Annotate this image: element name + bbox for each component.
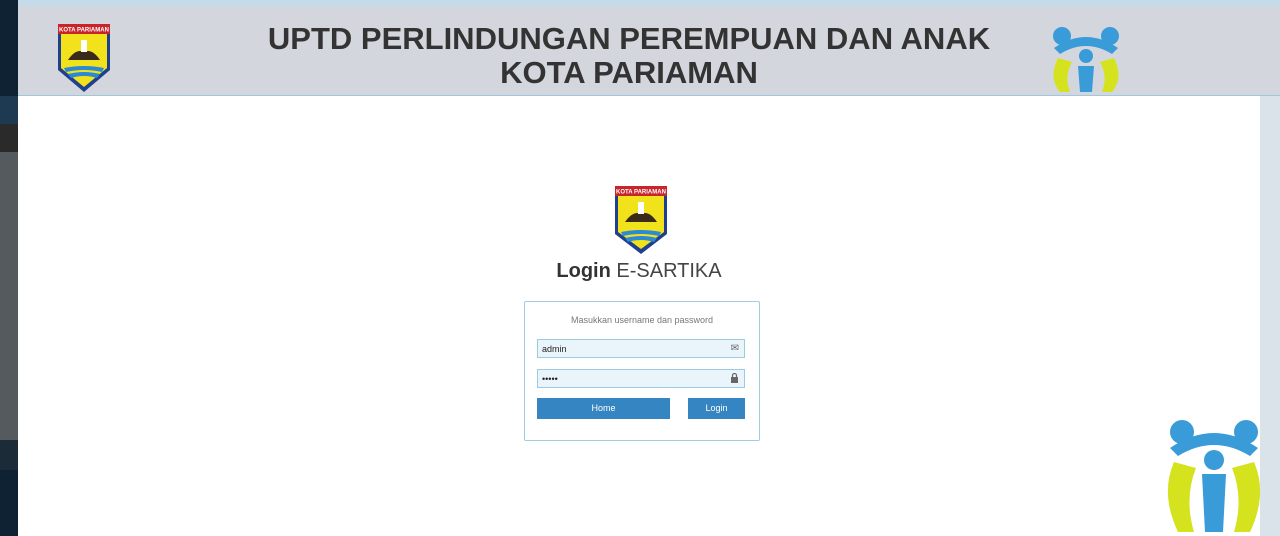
home-button[interactable]: Home [537,398,670,419]
login-instruction: Masukkan username dan password [570,315,714,325]
bg-band [0,96,18,124]
bg-band [0,124,18,152]
login-heading: Login E-SARTIKA [18,260,1260,283]
login-page-content: KOTA PARIAMAN Login E-SARTIKA Masukkan u… [18,96,1260,536]
username-field-wrapper: ✉ [537,339,745,358]
username-input[interactable] [542,340,722,357]
bg-band [0,152,18,440]
emblem-text: KOTA PARIAMAN [616,190,666,196]
login-heading-bold: Login [556,260,611,282]
login-button[interactable]: Login [688,398,745,419]
password-field-wrapper [537,369,745,388]
kota-pariaman-emblem: KOTA PARIAMAN [615,186,667,254]
background-left-strip [0,0,18,536]
login-heading-app: E-SARTIKA [616,260,722,282]
password-input[interactable] [542,370,722,387]
envelope-icon: ✉ [730,343,739,354]
lock-icon [730,372,739,386]
mascot-logo-icon [1053,27,1119,92]
bg-band [0,440,18,470]
page-header: KOTA PARIAMAN UPTD PERLINDUNGAN PEREMPUA… [18,0,1280,96]
mascot-logo-icon [1167,420,1261,532]
login-form: Masukkan username dan password ✉ Home Lo… [524,301,760,441]
